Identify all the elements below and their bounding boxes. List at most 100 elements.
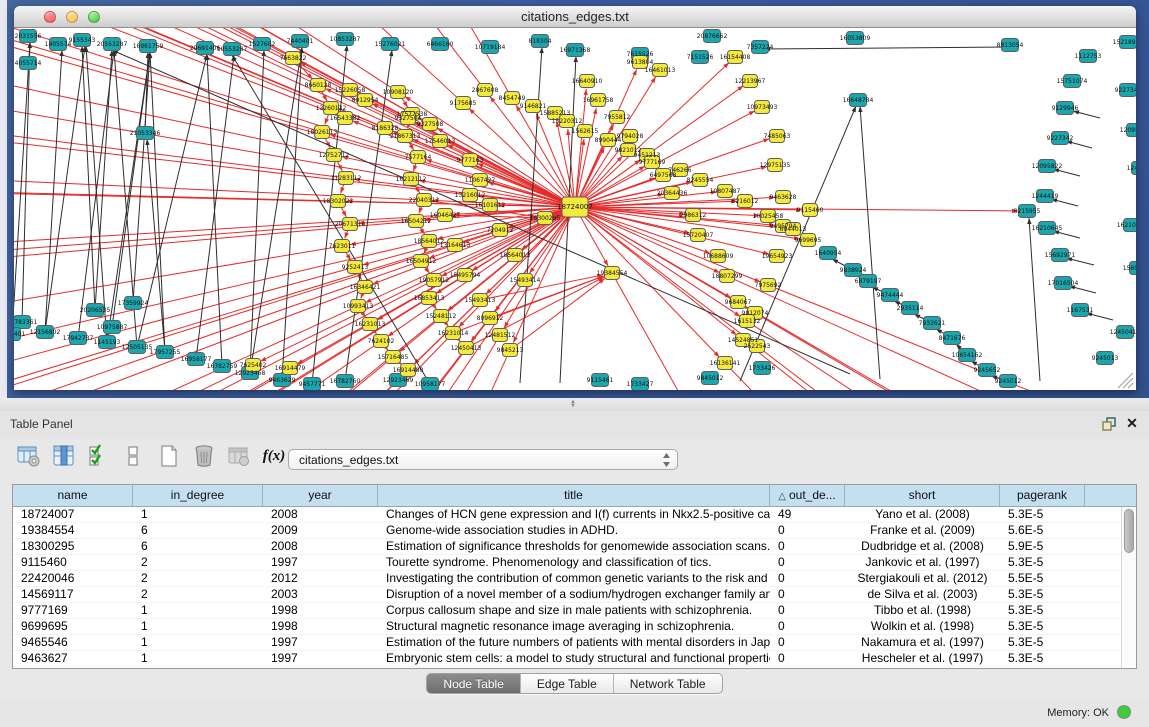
table-cell[interactable]: Franke et al. (2009) [845,523,1000,538]
table-cell[interactable]: 1 [133,507,263,522]
table-cell[interactable]: Changes of HCN gene expression and I(f) … [378,507,770,522]
table-cell[interactable]: 1997 [263,651,378,666]
table-cell[interactable]: Disruption of a novel member of a sodium… [378,587,770,602]
table-cell[interactable]: 1997 [263,635,378,650]
table-cell[interactable]: 2 [133,587,263,602]
table-cell[interactable]: Estimation of the future numbers of pati… [378,635,770,650]
show-columns-icon[interactable] [51,442,77,470]
table-cell[interactable]: 5.9E-5 [1000,539,1085,554]
tab-node-table[interactable]: Node Table [427,674,521,693]
function-builder-icon[interactable]: f(x) [261,442,287,470]
network-view[interactable]: 2031556140557491553432055328716961759206… [14,28,1136,390]
table-cell[interactable]: Tourette syndrome. Phenomenology and cla… [378,555,770,570]
table-row[interactable]: 1872400712008Changes of HCN gene express… [13,507,1121,523]
create-column-icon[interactable] [156,442,182,470]
table-cell[interactable]: 5.3E-5 [1000,507,1085,522]
table-cell[interactable]: 1 [133,603,263,618]
table-row[interactable]: 969969511998Structural magnetic resonanc… [13,619,1121,635]
table-cell[interactable]: 0 [770,571,845,586]
table-cell[interactable]: Structural magnetic resonance image aver… [378,619,770,634]
table-cell[interactable]: 1 [133,635,263,650]
panel-splitter[interactable]: ▲▼ [0,398,1149,411]
table-cell[interactable]: 9777169 [13,603,133,618]
table-cell[interactable]: Wolkin et al. (1998) [845,619,1000,634]
table-cell[interactable]: 6 [133,539,263,554]
delete-columns-icon[interactable] [191,442,217,470]
table-cell[interactable]: 5.3E-5 [1000,651,1085,666]
table-cell[interactable]: 5.3E-5 [1000,555,1085,570]
resize-grip-icon[interactable] [1118,373,1133,388]
table-cell[interactable]: Yano et al. (2008) [845,507,1000,522]
column-header-pagerank[interactable]: pagerank [1000,485,1085,506]
column-header-short[interactable]: short [845,485,1000,506]
table-row[interactable]: 1456911722003Disruption of a novel membe… [13,587,1121,603]
table-cell[interactable]: 14569117 [13,587,133,602]
table-cell[interactable]: 1 [133,651,263,666]
table-cell[interactable]: 18300295 [13,539,133,554]
table-cell[interactable]: 0 [770,587,845,602]
tab-edge-table[interactable]: Edge Table [521,674,614,693]
column-header-out_de[interactable]: △out_de... [770,485,845,506]
table-cell[interactable]: Jankovic et al. (1997) [845,555,1000,570]
table-row[interactable]: 2242004622012Investigating the contribut… [13,571,1121,587]
column-header-name[interactable]: name [13,485,133,506]
table-cell[interactable]: 0 [770,603,845,618]
table-cell[interactable]: 18724007 [13,507,133,522]
table-cell[interactable]: Corpus callosum shape and size in male p… [378,603,770,618]
column-header-year[interactable]: year [263,485,378,506]
table-cell[interactable]: Estimation of significance thresholds fo… [378,539,770,554]
table-cell[interactable]: Genome-wide association studies in ADHD. [378,523,770,538]
delete-table-icon[interactable] [226,442,252,470]
network-window[interactable]: citations_edges.txt 20315561405574915534… [14,6,1136,390]
table-cell[interactable]: 9465546 [13,635,133,650]
table-cell[interactable]: 0 [770,619,845,634]
table-selector-dropdown[interactable]: citations_edges.txt [288,449,678,470]
table-row[interactable]: 911546021997Tourette syndrome. Phenomeno… [13,555,1121,571]
table-cell[interactable]: 2009 [263,523,378,538]
table-cell[interactable]: 6 [133,523,263,538]
table-mode-icon[interactable] [16,442,42,470]
table-cell[interactable]: 5.3E-5 [1000,635,1085,650]
network-canvas[interactable]: 2031556140557491553432055328716961759206… [14,28,1136,390]
close-panel-icon[interactable]: ✕ [1124,414,1140,432]
select-all-columns-icon[interactable] [86,442,112,470]
table-cell[interactable]: 2008 [263,507,378,522]
tab-network-table[interactable]: Network Table [614,674,722,693]
table-row[interactable]: 977716911998Corpus callosum shape and si… [13,603,1121,619]
table-cell[interactable]: 2003 [263,587,378,602]
float-panel-icon[interactable] [1101,416,1117,432]
table-scrollbar[interactable] [1121,507,1136,668]
table-cell[interactable]: Nakamura et al. (1997) [845,635,1000,650]
table-row[interactable]: 946554611997Estimation of the future num… [13,635,1121,651]
table-cell[interactable]: Stergiakouli et al. (2012) [845,571,1000,586]
table-cell[interactable]: 9699695 [13,619,133,634]
table-cell[interactable]: 2 [133,571,263,586]
table-cell[interactable]: 5.3E-5 [1000,587,1085,602]
table-cell[interactable]: Hescheler et al. (1997) [845,651,1000,666]
table-row[interactable]: 1938455462009Genome-wide association stu… [13,523,1121,539]
table-cell[interactable]: 0 [770,651,845,666]
table-cell[interactable]: 1998 [263,619,378,634]
table-cell[interactable]: 0 [770,635,845,650]
table-cell[interactable]: 5.6E-5 [1000,523,1085,538]
table-cell[interactable]: 2 [133,555,263,570]
table-cell[interactable]: 0 [770,539,845,554]
table-cell[interactable]: 1997 [263,555,378,570]
table-cell[interactable]: Tibbo et al. (1998) [845,603,1000,618]
table-cell[interactable]: 5.3E-5 [1000,603,1085,618]
table-cell[interactable]: 5.5E-5 [1000,571,1085,586]
table-cell[interactable]: 9115460 [13,555,133,570]
table-cell[interactable]: 49 [770,507,845,522]
table-cell[interactable]: 1 [133,619,263,634]
table-cell[interactable]: 1998 [263,603,378,618]
table-cell[interactable]: Embryonic stem cells: a model to study s… [378,651,770,666]
table-cell[interactable]: Dudbridge et al. (2008) [845,539,1000,554]
table-cell[interactable]: de Silva et al. (2003) [845,587,1000,602]
table-cell[interactable]: 0 [770,555,845,570]
table-cell[interactable]: 22420046 [13,571,133,586]
table-cell[interactable]: 5.3E-5 [1000,619,1085,634]
table-row[interactable]: 1830029562008Estimation of significance … [13,539,1121,555]
table-cell[interactable]: 19384554 [13,523,133,538]
column-header-title[interactable]: title [378,485,770,506]
table-scrollbar-thumb[interactable] [1124,509,1134,553]
